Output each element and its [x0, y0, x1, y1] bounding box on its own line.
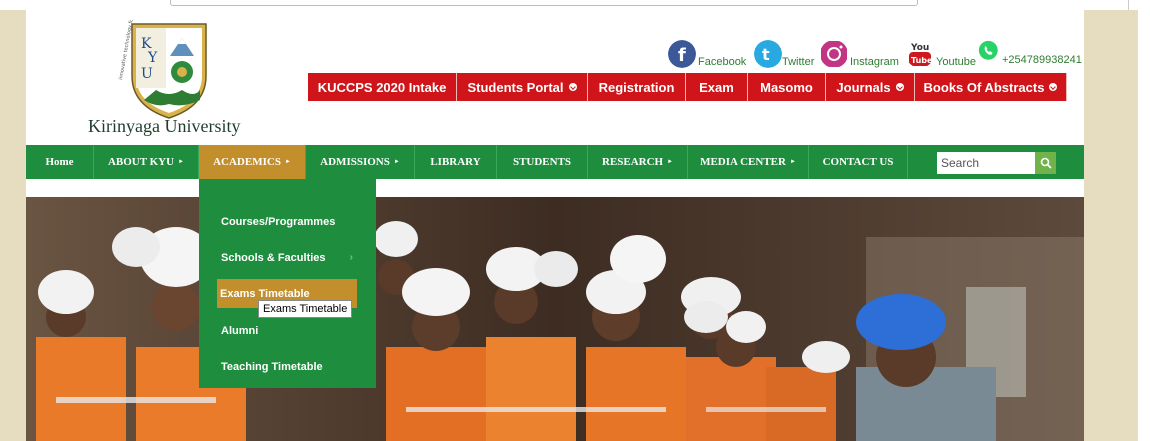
- browser-top-strip: [0, 0, 1150, 10]
- facebook-label: Facebook: [698, 56, 747, 68]
- tooltip: Exams Timetable: [258, 300, 353, 318]
- browser-address-bar[interactable]: [170, 0, 918, 6]
- caret-right-icon: ►: [284, 159, 291, 165]
- menu-journals[interactable]: Journals: [826, 73, 915, 101]
- menu-books-of-abstracts[interactable]: Books Of Abstracts: [915, 73, 1067, 101]
- right-gutter: [1138, 10, 1150, 441]
- nav-label: MEDIA CENTER: [700, 156, 786, 168]
- menu-masomo[interactable]: Masomo: [748, 73, 826, 101]
- nav-label: LIBRARY: [430, 156, 481, 168]
- menu-item-schools-faculties[interactable]: Schools & Faculties ›: [221, 252, 371, 264]
- hero-banner-image: [26, 197, 1084, 441]
- facebook-icon: f: [668, 40, 696, 68]
- nav-home[interactable]: Home: [26, 145, 94, 179]
- whatsapp-number: +254789938241: [1002, 54, 1082, 66]
- academics-dropdown-menu: Courses/Programmes Schools & Faculties › …: [199, 179, 376, 388]
- menu-label: Students Portal: [467, 79, 564, 95]
- nav-contact-us[interactable]: CONTACT US: [809, 145, 908, 179]
- nav-academics[interactable]: ACADEMICS ►: [199, 145, 306, 179]
- caret-right-icon: ►: [789, 159, 796, 165]
- main-nav: Home ABOUT KYU ► ACADEMICS ► ADMISSIONS ► L…: [26, 145, 1084, 179]
- nav-label: Home: [45, 156, 74, 168]
- university-crest-logo[interactable]: K Y U innovative technology for a dynami…: [114, 20, 222, 122]
- top-red-menu: KUCCPS 2020 Intake Students Portal Regis…: [308, 73, 1067, 101]
- nav-label: RESEARCH: [601, 156, 664, 168]
- svg-text:t: t: [762, 45, 770, 64]
- whatsapp-icon: [978, 40, 998, 60]
- youtube-icon: You Tube: [909, 43, 933, 66]
- nav-research[interactable]: RESEARCH ►: [588, 145, 688, 179]
- search-icon: [1040, 157, 1052, 169]
- browser-divider: [1128, 0, 1129, 10]
- chevron-down-icon: [568, 83, 577, 91]
- chevron-down-icon: [895, 83, 904, 91]
- twitter-icon: t: [754, 40, 782, 68]
- nav-label: ABOUT KYU: [107, 156, 175, 168]
- menu-kuccps-intake[interactable]: KUCCPS 2020 Intake: [308, 73, 457, 101]
- menu-item-alumni[interactable]: Alumni: [221, 325, 258, 337]
- menu-registration[interactable]: Registration: [588, 73, 686, 101]
- svg-text:U: U: [141, 66, 153, 82]
- menu-label: Exam: [699, 79, 734, 95]
- instagram-label: Instagram: [850, 56, 899, 68]
- nav-media-center[interactable]: MEDIA CENTER ►: [688, 145, 809, 179]
- menu-exam[interactable]: Exam: [686, 73, 748, 101]
- caret-right-icon: ►: [667, 159, 674, 165]
- caret-right-icon: ►: [393, 159, 400, 165]
- chevron-down-icon: [1049, 83, 1058, 91]
- twitter-label: Twitter: [782, 56, 815, 68]
- nav-students[interactable]: STUDENTS: [497, 145, 588, 179]
- menu-label: Journals: [836, 79, 891, 95]
- svg-text:You: You: [910, 43, 929, 53]
- menu-item-courses-programmes[interactable]: Courses/Programmes: [221, 216, 335, 228]
- nav-label: CONTACT US: [822, 156, 894, 168]
- menu-label: KUCCPS 2020 Intake: [317, 79, 447, 95]
- menu-item-label: Schools & Faculties: [221, 252, 326, 264]
- menu-label: Masomo: [760, 79, 813, 95]
- nav-label: ACADEMICS: [213, 156, 281, 168]
- svg-text:f: f: [678, 45, 686, 66]
- search-button[interactable]: [1035, 152, 1056, 174]
- nav-label: ADMISSIONS: [320, 156, 390, 168]
- menu-label: Registration: [598, 79, 675, 95]
- website-page: K Y U innovative technology for a dynami…: [26, 10, 1084, 441]
- svg-text:Y: Y: [147, 50, 158, 66]
- nav-library[interactable]: LIBRARY: [415, 145, 497, 179]
- menu-students-portal[interactable]: Students Portal: [457, 73, 588, 101]
- nav-label: STUDENTS: [512, 156, 572, 168]
- youtube-label: Youtube: [936, 56, 976, 68]
- instagram-icon: [821, 41, 847, 67]
- caret-right-icon: ►: [178, 159, 185, 165]
- menu-label: Books Of Abstracts: [923, 79, 1045, 95]
- nav-admissions[interactable]: ADMISSIONS ►: [306, 145, 415, 179]
- menu-item-teaching-timetable[interactable]: Teaching Timetable: [221, 361, 323, 373]
- search-input[interactable]: Search: [937, 152, 1035, 174]
- university-name[interactable]: Kirinyaga University: [88, 116, 240, 137]
- svg-text:Tube: Tube: [911, 56, 933, 65]
- nav-about-kyu[interactable]: ABOUT KYU ►: [94, 145, 199, 179]
- chevron-right-icon: ›: [349, 252, 353, 263]
